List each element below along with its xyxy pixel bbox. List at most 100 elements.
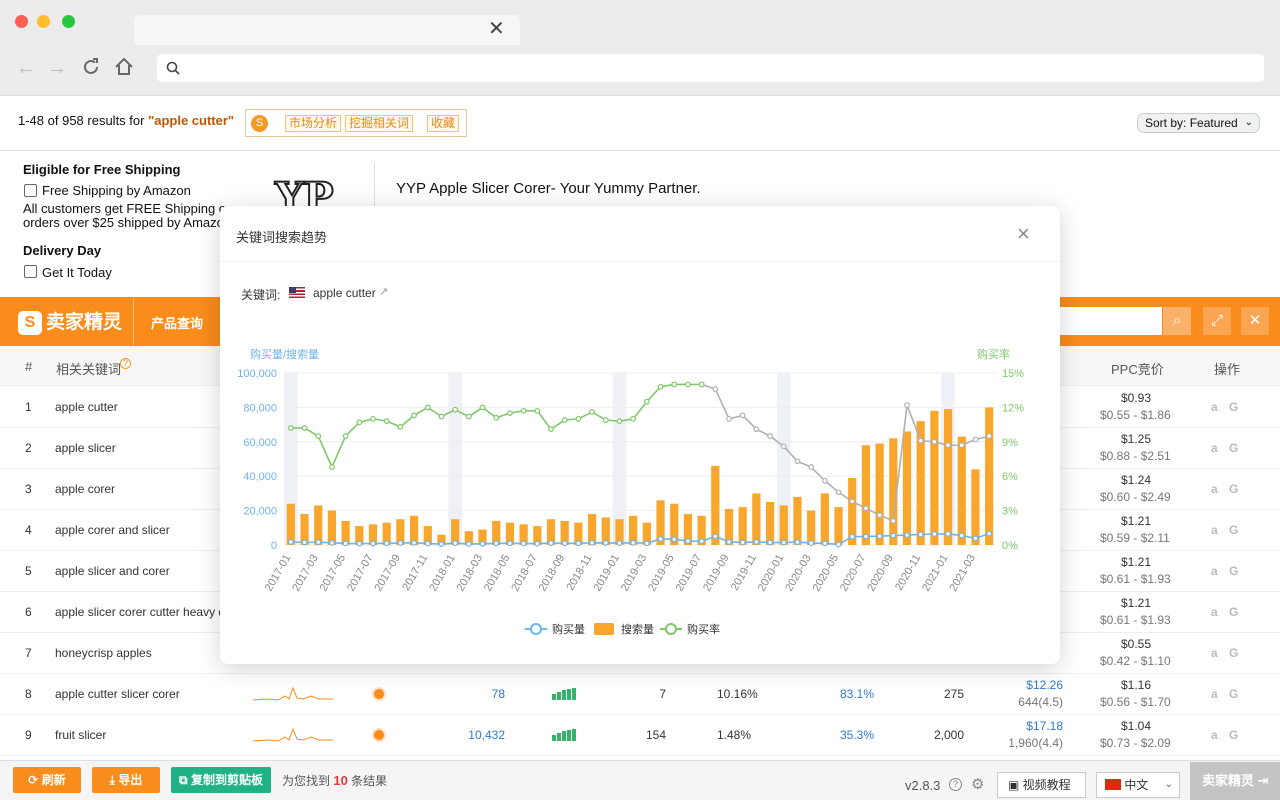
rate-point <box>548 426 554 433</box>
amazon-icon[interactable]: a <box>1211 605 1218 619</box>
row-keyword[interactable]: apple corer and slicer <box>55 523 223 537</box>
rate-point <box>342 433 349 439</box>
google-icon[interactable]: G <box>1229 441 1238 455</box>
row-product-count: 2,000 <box>933 728 964 742</box>
forward-icon[interactable]: → <box>47 56 67 80</box>
row-ppc-bid: $1.24 <box>1121 473 1152 487</box>
row-ppc-bid: $1.21 <box>1121 596 1152 610</box>
table-row[interactable]: 9 fruit slicer 10,432 154 1.48% 35.3% 2,000 $17… <box>0 715 1280 756</box>
language-select[interactable]: 中文 ⌄ <box>1096 772 1180 798</box>
google-icon[interactable]: G <box>1229 728 1238 742</box>
seller-sprite-toggle[interactable]: 卖家精灵 ⇥ <box>1190 762 1280 800</box>
sponsored-title[interactable]: YYP Apple Slicer Corer- Your Yummy Partn… <box>396 180 701 197</box>
sort-dropdown[interactable]: Sort by: Featured ⌄ <box>1137 113 1260 133</box>
purchase-point <box>794 539 801 545</box>
bar-search-volume <box>875 443 884 545</box>
gear-icon[interactable]: ⚙ <box>971 775 984 793</box>
purchase-point <box>849 533 856 540</box>
row-keyword[interactable]: fruit slicer <box>55 728 223 742</box>
tutorial-label: 视频教程 <box>1022 778 1071 792</box>
row-keyword[interactable]: apple corer <box>55 482 223 496</box>
row-keyword[interactable]: apple slicer corer cutter heavy d <box>55 605 223 619</box>
row-click-share[interactable]: 83.1% <box>840 687 874 701</box>
rate-point <box>356 419 363 426</box>
row-keyword[interactable]: apple slicer and corer <box>55 564 223 578</box>
window-minimize-dot[interactable] <box>37 15 50 28</box>
video-tutorial-button[interactable]: ▣ 视频教程 <box>997 772 1086 798</box>
purchase-point <box>931 531 938 537</box>
x-tick-label: 2017-09 <box>372 553 403 594</box>
export-button[interactable]: ⤓ 导出 <box>92 767 160 793</box>
amazon-icon[interactable]: a <box>1211 646 1218 660</box>
google-icon[interactable]: G <box>1229 646 1238 660</box>
get-it-today-label[interactable]: Get It Today <box>42 265 112 280</box>
x-tick-label: 2019-11 <box>729 553 759 593</box>
free-shipping-label[interactable]: Free Shipping by Amazon <box>42 183 191 198</box>
mine-keywords-button[interactable]: 挖掘相关词 <box>345 115 414 132</box>
amazon-icon[interactable]: a <box>1211 564 1218 578</box>
row-ppc-bid: $1.04 <box>1121 719 1152 733</box>
window-maximize-dot[interactable] <box>62 15 75 28</box>
close-icon[interactable]: ✕ <box>1241 307 1269 335</box>
home-icon[interactable] <box>113 56 135 84</box>
get-it-today-checkbox[interactable] <box>24 265 37 278</box>
back-icon[interactable]: ← <box>16 56 36 80</box>
trend-sparkline[interactable] <box>252 684 333 707</box>
tab-close-icon[interactable]: ✕ <box>488 17 505 41</box>
table-row[interactable]: 8 apple cutter slicer corer 78 7 10.16% 83.1%… <box>0 674 1280 715</box>
row-keyword[interactable]: apple cutter <box>55 400 223 414</box>
row-click-share[interactable]: 35.3% <box>840 728 874 742</box>
window-close-dot[interactable] <box>15 15 28 28</box>
divider <box>220 261 1060 262</box>
x-tick-label: 2017-01 <box>263 553 294 594</box>
google-icon[interactable]: G <box>1229 605 1238 619</box>
browser-tab[interactable] <box>134 15 520 45</box>
free-shipping-checkbox[interactable] <box>24 184 37 197</box>
y2-tick-label: 12% <box>1002 402 1024 414</box>
trend-sparkline[interactable] <box>252 725 333 748</box>
close-icon[interactable]: × <box>1017 223 1030 245</box>
address-bar[interactable] <box>157 54 1264 82</box>
row-keyword[interactable]: apple cutter slicer corer <box>55 687 223 701</box>
amazon-icon[interactable]: a <box>1211 728 1218 742</box>
amazon-icon[interactable]: a <box>1211 400 1218 414</box>
amazon-icon[interactable]: a <box>1211 441 1218 455</box>
help-icon[interactable]: ? <box>120 358 131 369</box>
google-icon[interactable]: G <box>1229 400 1238 414</box>
expand-icon[interactable]: ⤢ <box>1203 307 1231 335</box>
rate-estimate-point <box>972 436 979 443</box>
x-tick-label: 2020-07 <box>838 553 869 594</box>
google-icon[interactable]: G <box>1229 564 1238 578</box>
reload-icon[interactable] <box>80 56 102 84</box>
google-icon[interactable]: G <box>1229 482 1238 496</box>
rate-point <box>370 415 376 422</box>
copy-clipboard-button[interactable]: ⧉ 复制到剪贴板 <box>171 767 271 793</box>
row-search-volume[interactable]: 78 <box>492 687 505 701</box>
favorite-button[interactable]: 收藏 <box>427 115 460 132</box>
amazon-icon[interactable]: a <box>1211 482 1218 496</box>
external-link-icon[interactable]: ↗ <box>379 285 388 298</box>
row-keyword[interactable]: apple slicer <box>55 441 223 455</box>
help-icon[interactable]: ? <box>949 778 962 791</box>
purchase-point <box>370 540 376 547</box>
google-icon[interactable]: G <box>1229 523 1238 537</box>
x-tick-label: 2018-09 <box>537 553 568 594</box>
row-cpc[interactable]: $12.26 <box>1026 678 1063 692</box>
amazon-icon[interactable]: a <box>1211 523 1218 537</box>
rate-point <box>630 415 637 422</box>
row-search-volume[interactable]: 10,432 <box>468 728 505 742</box>
nav-product-query[interactable]: 产品查询 <box>151 313 203 332</box>
x-tick-label: 2019-01 <box>591 553 622 594</box>
row-keyword[interactable]: honeycrisp apples <box>55 646 223 660</box>
search-icon[interactable]: ⌕ <box>1163 307 1191 335</box>
col-ppc[interactable]: PPC竞价 <box>1111 359 1164 378</box>
purchase-point <box>657 536 664 542</box>
google-icon[interactable]: G <box>1229 687 1238 701</box>
plugin-search-input[interactable] <box>1058 307 1162 335</box>
refresh-button[interactable]: ⟳ 刷新 <box>13 767 81 793</box>
col-keyword[interactable]: 相关关键词 <box>56 359 121 378</box>
shipping-note-line2: orders over $25 shipped by Amazon <box>23 215 232 230</box>
row-cpc[interactable]: $17.18 <box>1026 719 1063 733</box>
amazon-icon[interactable]: a <box>1211 687 1218 701</box>
market-analysis-button[interactable]: 市场分析 <box>285 115 342 132</box>
